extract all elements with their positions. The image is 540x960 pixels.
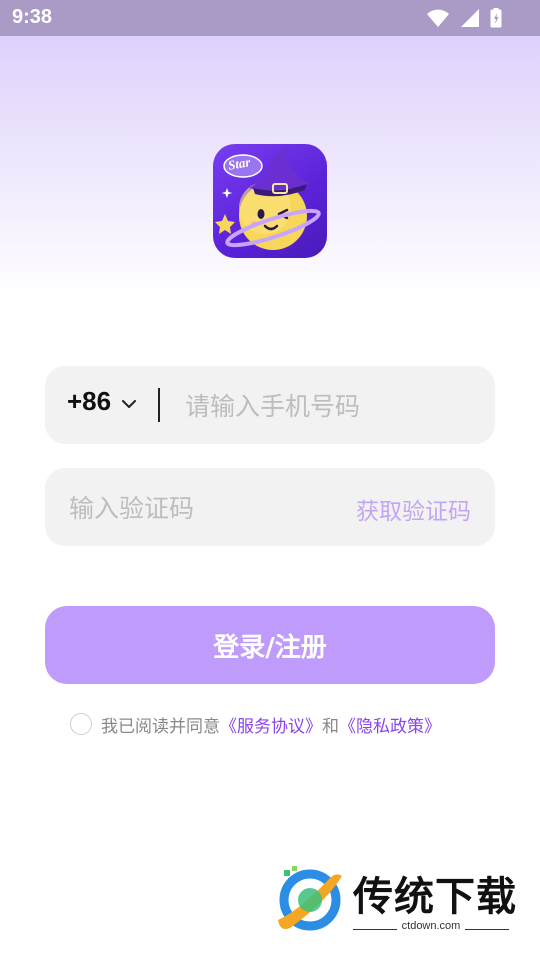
- watermark-title: 传统下载: [353, 874, 517, 920]
- watermark: 传统下载 ctdown.com: [270, 862, 520, 938]
- signal-icon: [461, 9, 479, 27]
- verification-code-field: 获取验证码: [45, 468, 495, 546]
- battery-icon: [490, 8, 502, 28]
- status-time: 9:38: [12, 6, 53, 28]
- get-code-button[interactable]: 获取验证码: [356, 492, 471, 526]
- service-agreement-link[interactable]: 《服务协议》: [220, 712, 322, 737]
- country-code-selector[interactable]: +86: [67, 386, 111, 417]
- chevron-down-icon[interactable]: [121, 398, 137, 410]
- status-bar: 9:38: [0, 0, 540, 36]
- agreement-row: 我已阅读并同意 《服务协议》 和 《隐私政策》: [70, 710, 441, 738]
- agreement-prefix: 我已阅读并同意: [101, 716, 220, 737]
- field-divider: [158, 388, 160, 422]
- app-logo: Star: [213, 144, 327, 258]
- wifi-icon: [427, 9, 449, 27]
- status-icons: [426, 8, 502, 28]
- phone-number-input[interactable]: [183, 384, 477, 428]
- verification-code-input[interactable]: [67, 486, 311, 530]
- login-register-button[interactable]: 登录/注册: [45, 606, 495, 684]
- agreement-checkbox[interactable]: [70, 713, 92, 735]
- watermark-logo-icon: [278, 866, 342, 931]
- agreement-conjunction: 和: [322, 716, 339, 737]
- phone-field: +86: [45, 366, 495, 444]
- watermark-url: ctdown.com: [401, 920, 461, 932]
- privacy-policy-link[interactable]: 《隐私政策》: [339, 712, 441, 737]
